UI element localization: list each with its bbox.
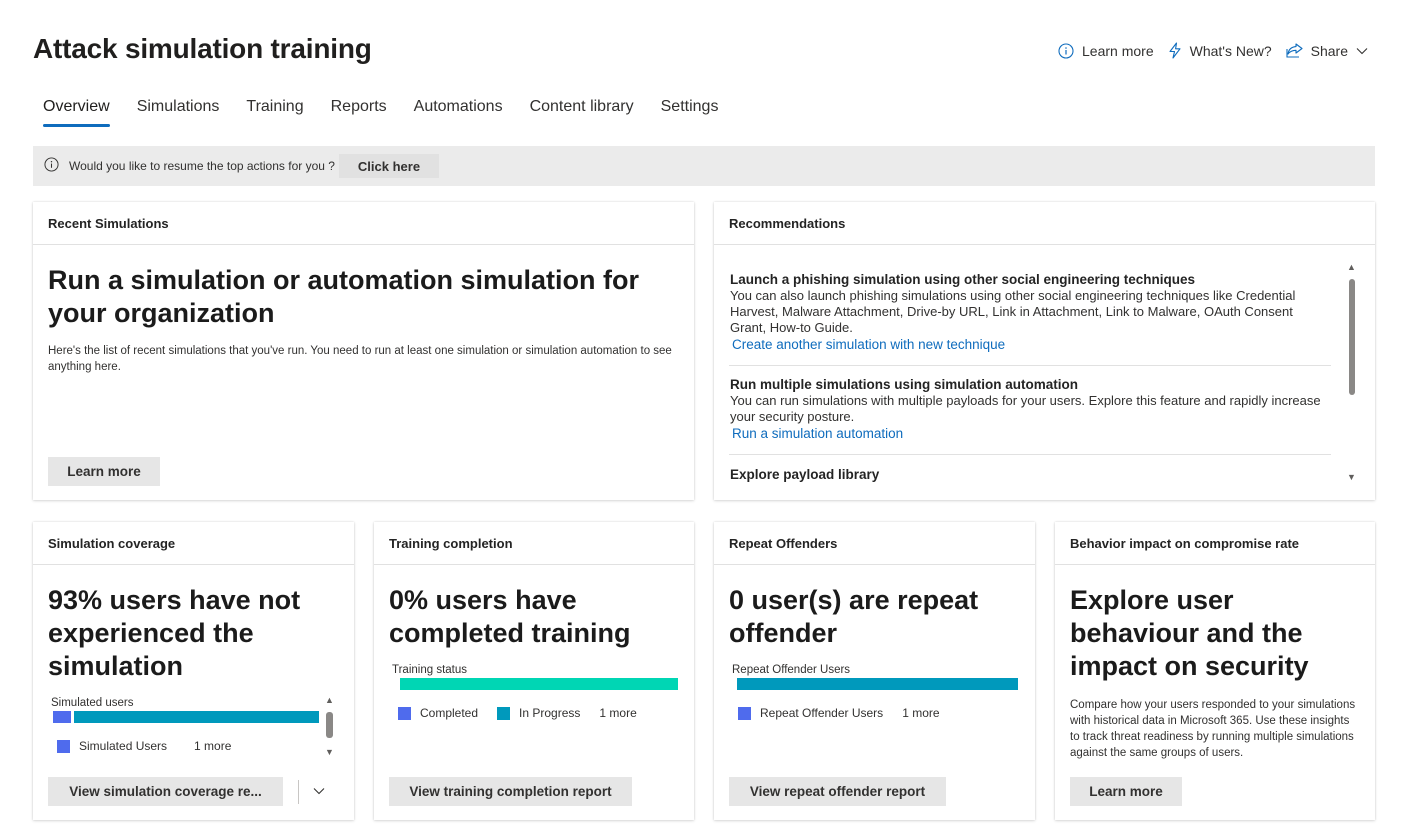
- view-repeat-offender-report-button[interactable]: View repeat offender report: [729, 777, 946, 806]
- legend-label: Completed: [420, 706, 479, 720]
- view-training-report-button[interactable]: View training completion report: [389, 777, 632, 806]
- recommendation-item: Run multiple simulations using simulatio…: [714, 366, 1346, 443]
- legend-more[interactable]: 1 more: [902, 706, 939, 720]
- card-header: Simulation coverage: [33, 522, 354, 565]
- scroll-up-icon[interactable]: ▲: [325, 696, 334, 705]
- recommendation-item: Explore payload library: [714, 455, 1346, 483]
- info-icon: [1058, 42, 1074, 59]
- learn-more-link[interactable]: Learn more: [1058, 43, 1154, 59]
- legend-item[interactable]: Repeat Offender Users: [738, 706, 883, 720]
- tab-overview[interactable]: Overview: [43, 98, 110, 127]
- chart-label: Training status: [392, 664, 467, 676]
- scroll-up-icon[interactable]: ▲: [1347, 263, 1356, 272]
- chevron-down-icon: [1356, 47, 1368, 55]
- simulation-coverage-card: Simulation coverage 93% users have not e…: [33, 522, 354, 820]
- recommendations-card: Recommendations Launch a phishing simula…: [714, 202, 1375, 500]
- repeat-offenders-card: Repeat Offenders 0 user(s) are repeat of…: [714, 522, 1035, 820]
- recommendation-title: Explore payload library: [730, 467, 880, 482]
- card-description: Here's the list of recent simulations th…: [48, 345, 672, 373]
- bar-segment-not-simulated[interactable]: [74, 711, 319, 723]
- chart-legend: Completed In Progress 1 more: [398, 706, 656, 720]
- info-icon: [44, 157, 59, 175]
- share-button[interactable]: Share: [1286, 43, 1368, 59]
- tab-automations[interactable]: Automations: [414, 98, 503, 127]
- legend-swatch: [57, 739, 70, 753]
- card-headline: 0 user(s) are repeat offender: [729, 585, 979, 648]
- share-label: Share: [1310, 42, 1348, 59]
- legend-label: In Progress: [519, 706, 581, 720]
- card-headline: 0% users have completed training: [389, 585, 631, 648]
- tab-simulations[interactable]: Simulations: [137, 98, 220, 127]
- whats-new-link[interactable]: What's New?: [1168, 42, 1272, 59]
- resume-actions-banner: Would you like to resume the top actions…: [33, 146, 1375, 186]
- page-title: Attack simulation training: [33, 33, 372, 64]
- tab-list: Overview Simulations Training Reports Au…: [43, 98, 718, 127]
- legend-item[interactable]: In Progress: [497, 706, 580, 720]
- chart-label: Simulated users: [51, 697, 134, 709]
- legend-swatch: [398, 706, 411, 720]
- tab-settings[interactable]: Settings: [661, 98, 719, 127]
- lightning-icon: [1168, 42, 1182, 59]
- scroll-down-icon[interactable]: ▼: [1347, 473, 1356, 482]
- legend-swatch: [738, 706, 751, 720]
- recent-simulations-card: Recent Simulations Run a simulation or a…: [33, 202, 694, 500]
- learn-more-label: Learn more: [1082, 42, 1154, 59]
- view-coverage-report-button[interactable]: View simulation coverage re...: [48, 777, 283, 806]
- recommendations-list: Launch a phishing simulation using other…: [714, 246, 1346, 492]
- legend-item[interactable]: Completed: [398, 706, 478, 720]
- tab-reports[interactable]: Reports: [331, 98, 387, 127]
- card-headline: Explore user behaviour and the impact on…: [1070, 585, 1309, 681]
- card-headline: 93% users have not experienced the simul…: [48, 585, 301, 681]
- recommendations-scrollbar[interactable]: ▲ ▼: [1346, 262, 1358, 484]
- recommendation-item: Launch a phishing simulation using other…: [714, 246, 1346, 354]
- recommendation-title: Run multiple simulations using simulatio…: [730, 377, 1079, 392]
- legend-label: Simulated Users: [79, 739, 168, 753]
- card-header: Training completion: [374, 522, 694, 565]
- card-header: Repeat Offenders: [714, 522, 1035, 565]
- chart-label: Repeat Offender Users: [732, 664, 851, 676]
- card-headline: Run a simulation or automation simulatio…: [48, 265, 640, 328]
- bar-segment-simulated[interactable]: [53, 711, 71, 723]
- report-dropdown-button[interactable]: [310, 782, 328, 800]
- legend-item[interactable]: Simulated Users: [57, 739, 167, 753]
- legend-label: Repeat Offender Users: [760, 706, 884, 720]
- card-header: Behavior impact on compromise rate: [1055, 522, 1375, 565]
- top-actions: Learn more What's New? Share: [1058, 42, 1368, 59]
- tab-training[interactable]: Training: [246, 98, 303, 127]
- chevron-down-icon: [313, 782, 325, 800]
- repeat-offender-bar[interactable]: [737, 678, 1018, 690]
- chart-legend: Repeat Offender Users 1 more: [738, 706, 959, 720]
- share-icon: [1286, 43, 1303, 58]
- run-automation-link[interactable]: Run a simulation automation: [732, 425, 903, 443]
- coverage-bar: [53, 711, 319, 723]
- training-completion-card: Training completion 0% users have comple…: [374, 522, 694, 820]
- legend-swatch: [497, 706, 511, 720]
- card-description: Compare how your users responded to your…: [1070, 699, 1356, 759]
- recommendation-title: Launch a phishing simulation using other…: [730, 272, 1196, 287]
- recommendation-text: You can run simulations with multiple pa…: [730, 393, 1321, 424]
- legend-more[interactable]: 1 more: [599, 706, 636, 720]
- chart-legend: Simulated Users 1 more: [57, 739, 250, 753]
- scrollbar-thumb[interactable]: [1349, 279, 1355, 395]
- legend-more[interactable]: 1 more: [194, 739, 231, 753]
- scroll-down-icon[interactable]: ▼: [325, 748, 334, 757]
- scrollbar-thumb[interactable]: [326, 712, 333, 738]
- divider: [298, 780, 299, 804]
- recommendation-text: You can also launch phishing simulations…: [730, 288, 1296, 335]
- card-header: Recent Simulations: [33, 202, 694, 245]
- create-simulation-link[interactable]: Create another simulation with new techn…: [732, 336, 1005, 354]
- click-here-button[interactable]: Click here: [338, 154, 440, 178]
- behavior-impact-card: Behavior impact on compromise rate Explo…: [1055, 522, 1375, 820]
- card-header: Recommendations: [714, 202, 1375, 245]
- banner-message: Would you like to resume the top actions…: [69, 159, 335, 173]
- learn-more-button[interactable]: Learn more: [1070, 777, 1182, 806]
- tab-content-library[interactable]: Content library: [530, 98, 634, 127]
- whats-new-label: What's New?: [1189, 42, 1272, 59]
- legend-scrollbar[interactable]: ▲ ▼: [325, 696, 335, 758]
- training-status-bar[interactable]: [400, 678, 678, 690]
- learn-more-button[interactable]: Learn more: [48, 457, 160, 486]
